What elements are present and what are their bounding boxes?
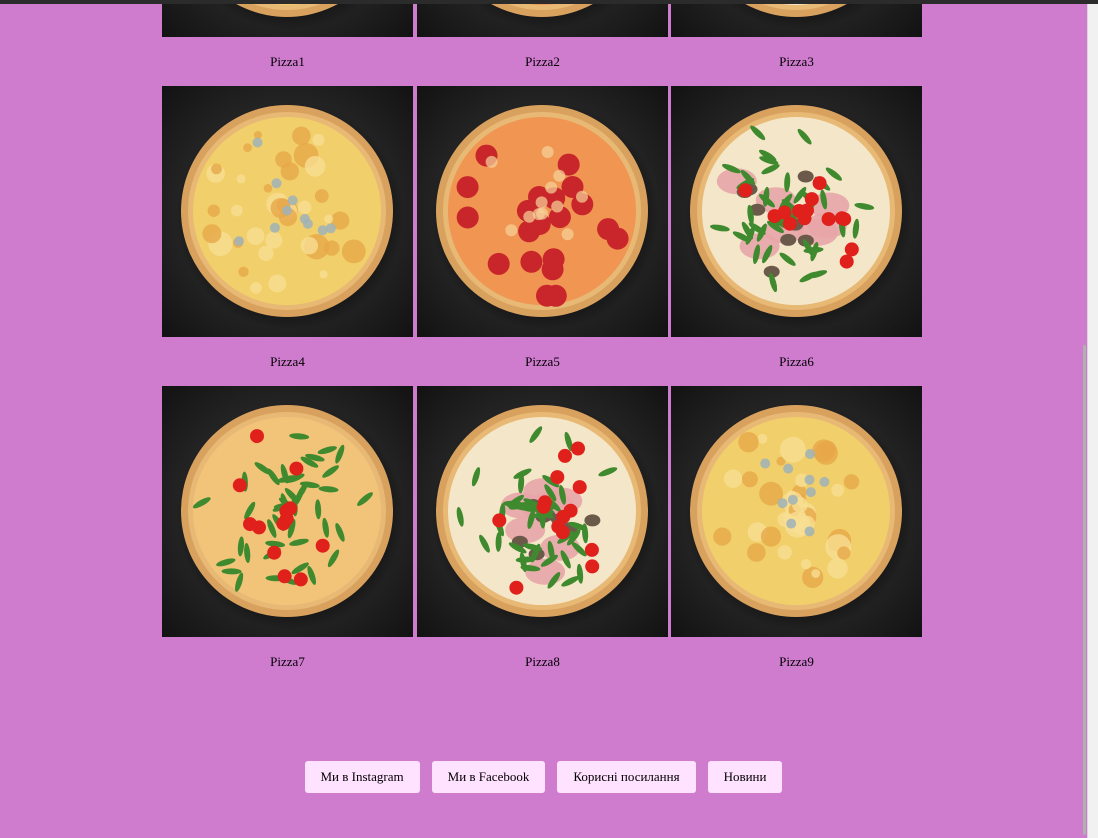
news-button[interactable]: Новини [707, 761, 783, 793]
pizza-image[interactable] [671, 86, 922, 337]
pizza-name: Pizza3 [779, 54, 814, 69]
pizza-card[interactable]: Pizza3 [671, 4, 922, 69]
pizza-card[interactable]: Pizza4 [162, 86, 413, 369]
pizza-name: Pizza6 [779, 354, 814, 369]
pizza-card[interactable]: Pizza5 [417, 86, 668, 369]
pizza-card[interactable]: Pizza8 [417, 386, 668, 669]
pizza-card[interactable]: Pizza2 [417, 4, 668, 69]
pizza-card[interactable]: Pizza9 [671, 386, 922, 669]
pizza-image[interactable] [162, 4, 413, 37]
pizza-name: Pizza5 [525, 354, 560, 369]
scrollbar-thumb[interactable] [1083, 345, 1086, 835]
pizza-image[interactable] [162, 86, 413, 337]
pizza-name: Pizza8 [525, 654, 560, 669]
vertical-scrollbar[interactable] [1087, 4, 1098, 838]
pizza-image[interactable] [671, 386, 922, 637]
pizza-image[interactable] [417, 86, 668, 337]
pizza-name: Pizza7 [270, 654, 305, 669]
pizza-image[interactable] [417, 4, 668, 37]
pizza-card[interactable]: Pizza6 [671, 86, 922, 369]
pizza-card[interactable]: Pizza7 [162, 386, 413, 669]
instagram-button[interactable]: Ми в Instagram [304, 761, 420, 793]
pizza-name: Pizza2 [525, 54, 560, 69]
pizza-name: Pizza1 [270, 54, 305, 69]
pizza-image[interactable] [162, 386, 413, 637]
pizza-name: Pizza4 [270, 354, 305, 369]
facebook-button[interactable]: Ми в Facebook [431, 761, 546, 793]
pizza-card[interactable]: Pizza1 [162, 4, 413, 69]
pizza-image[interactable] [671, 4, 922, 37]
page-body: Pizza1 Pizza2 Pizza3 Pizza4 Pizza5 Pizza6 Pizz… [0, 4, 1087, 838]
footer-links: Ми в Instagram Ми в Facebook Корисні пос… [0, 761, 1087, 793]
pizza-name: Pizza9 [779, 654, 814, 669]
useful-links-button[interactable]: Корисні посилання [557, 761, 696, 793]
pizza-image[interactable] [417, 386, 668, 637]
